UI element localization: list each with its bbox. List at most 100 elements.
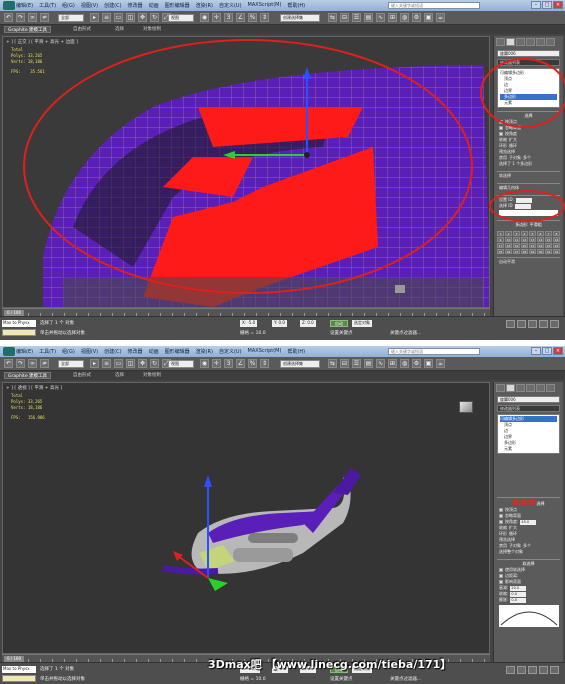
menu-maxscript[interactable]: MAXScript(M): [248, 347, 282, 355]
prev-frame-icon[interactable]: [517, 320, 526, 328]
ignore-backfacing-checkbox[interactable]: [499, 514, 503, 518]
maximize-button[interactable]: □: [542, 1, 552, 9]
hierarchy-tab-icon[interactable]: [516, 384, 525, 392]
menu-modifiers[interactable]: 修改器: [128, 1, 143, 9]
selection-rollout-header[interactable]: 选择: [499, 499, 558, 507]
soft-selection-rollout[interactable]: 软选择: [497, 171, 560, 180]
next-frame-icon[interactable]: [539, 666, 548, 674]
smoothing-group-button[interactable]: 16: [553, 237, 560, 242]
helicopter-closeup-mesh[interactable]: [3, 37, 490, 308]
render-frame-icon[interactable]: ▣: [424, 359, 433, 368]
smoothing-group-button[interactable]: 4: [521, 231, 528, 236]
tab-selection[interactable]: 选择: [112, 26, 127, 33]
redo-icon[interactable]: ↷: [16, 13, 25, 22]
auto-smooth-button[interactable]: 自动平滑: [499, 259, 515, 264]
unlink-icon[interactable]: ≠: [40, 13, 49, 22]
helicopter-model[interactable]: [3, 383, 490, 654]
preview-multi-radio[interactable]: 多个: [523, 543, 531, 549]
smoothing-group-button[interactable]: 17: [497, 243, 504, 248]
tab-graphite-modeling[interactable]: Graphite 建模工具: [4, 372, 52, 379]
smoothing-group-button[interactable]: 3: [513, 231, 520, 236]
select-by-name-icon[interactable]: ≡: [102, 13, 111, 22]
create-tab-icon[interactable]: [496, 384, 505, 392]
edge-mode-icon[interactable]: [520, 499, 527, 505]
tab-freeform[interactable]: 自由形式: [70, 26, 94, 33]
close-button[interactable]: ×: [553, 1, 563, 9]
viewport-orthographic[interactable]: + ] [ 正交 ] [ 平滑 + 高光 + 边面 ] Total Polys:…: [2, 36, 490, 308]
set-id-spinner[interactable]: [515, 197, 532, 203]
gizmo-pivot[interactable]: [304, 152, 310, 158]
layer-icon[interactable]: ☰: [352, 359, 361, 368]
rotate-icon[interactable]: ↻: [150, 13, 159, 22]
manipulate-icon[interactable]: ✛: [212, 359, 221, 368]
maxscript-output[interactable]: [2, 329, 36, 336]
modify-tab-icon[interactable]: [506, 38, 515, 46]
undo-icon[interactable]: ↶: [4, 359, 13, 368]
redo-icon[interactable]: ↷: [16, 359, 25, 368]
named-selection-dropdown[interactable]: 创建选择集: [280, 360, 320, 368]
coord-z-field[interactable]: Z: 0.0: [300, 320, 316, 327]
smoothing-group-button[interactable]: 1: [497, 231, 504, 236]
smoothing-group-button[interactable]: 32: [553, 249, 560, 254]
falloff-spinner[interactable]: 20.0: [510, 585, 527, 591]
unlink-icon[interactable]: ≠: [40, 359, 49, 368]
smoothing-group-button[interactable]: 31: [545, 249, 552, 254]
coord-x-field[interactable]: X: -5.0: [240, 320, 258, 327]
use-soft-selection-checkbox[interactable]: [499, 568, 503, 572]
render-setup-icon[interactable]: ⚙: [412, 13, 421, 22]
go-start-icon[interactable]: [506, 666, 515, 674]
smoothing-group-button[interactable]: 28: [521, 249, 528, 254]
gizmo-y-plane[interactable]: [208, 578, 228, 591]
select-id-button[interactable]: 选择 ID: [499, 203, 513, 209]
motion-tab-icon[interactable]: [526, 384, 535, 392]
move-icon[interactable]: ✥: [138, 359, 147, 368]
play-icon[interactable]: [528, 320, 537, 328]
window-crossing-icon[interactable]: ◫: [126, 13, 135, 22]
maxscript-listener[interactable]: Max to Physx: [2, 320, 36, 327]
link-icon[interactable]: ∞: [28, 359, 37, 368]
spinner-snap-icon[interactable]: ⇕: [260, 13, 269, 22]
spinner-snap-icon[interactable]: ⇕: [260, 359, 269, 368]
go-end-icon[interactable]: [550, 666, 559, 674]
bubble-spinner[interactable]: 0.0: [510, 597, 527, 603]
display-tab-icon[interactable]: [536, 38, 545, 46]
minimize-button[interactable]: –: [531, 1, 541, 9]
mirror-icon[interactable]: ⇆: [328, 13, 337, 22]
smoothing-group-button[interactable]: 27: [513, 249, 520, 254]
render-setup-icon[interactable]: ⚙: [412, 359, 421, 368]
smoothing-group-button[interactable]: 21: [529, 243, 536, 248]
align-icon[interactable]: ⊟: [340, 359, 349, 368]
motion-tab-icon[interactable]: [526, 38, 535, 46]
menu-animation[interactable]: 动画: [149, 1, 159, 9]
menu-create[interactable]: 创建(C): [104, 1, 121, 9]
maximize-button[interactable]: □: [542, 347, 552, 355]
viewport-label[interactable]: + ] [ 正交 ] [ 平滑 + 高光 + 边面 ]: [6, 39, 78, 45]
close-button[interactable]: ×: [553, 347, 563, 355]
material-editor-icon[interactable]: ◍: [400, 359, 409, 368]
align-icon[interactable]: ⊟: [340, 13, 349, 22]
smoothing-group-button[interactable]: 19: [513, 243, 520, 248]
auto-key-button[interactable]: 自动: [330, 320, 348, 327]
menu-tools[interactable]: 工具(T): [39, 1, 56, 9]
menu-edit[interactable]: 编辑(E): [16, 347, 33, 355]
smoothing-group-button[interactable]: 11: [513, 237, 520, 242]
create-tab-icon[interactable]: [496, 38, 505, 46]
tab-freeform[interactable]: 自由形式: [70, 372, 94, 379]
menu-customize[interactable]: 自定义(U): [219, 347, 242, 355]
menu-graph-editors[interactable]: 图形编辑器: [165, 1, 190, 9]
smoothing-group-button[interactable]: 24: [553, 243, 560, 248]
smoothing-group-button[interactable]: 14: [537, 237, 544, 242]
named-selection-dropdown[interactable]: 创建选择集: [280, 14, 320, 22]
window-crossing-icon[interactable]: ◫: [126, 359, 135, 368]
by-vertex-checkbox[interactable]: [499, 120, 503, 124]
vertex-mode-icon[interactable]: [512, 499, 519, 505]
rect-select-icon[interactable]: ▭: [114, 13, 123, 22]
smoothing-group-button[interactable]: 22: [537, 243, 544, 248]
layer-icon[interactable]: ☰: [352, 13, 361, 22]
menu-views[interactable]: 视图(V): [81, 347, 98, 355]
ref-coord-dropdown[interactable]: 视图: [168, 14, 194, 22]
link-icon[interactable]: ∞: [28, 13, 37, 22]
by-angle-spinner[interactable]: 45.0: [520, 519, 537, 525]
menu-rendering[interactable]: 渲染(R): [196, 1, 213, 9]
selection-filter-dropdown[interactable]: 全部: [58, 14, 84, 22]
